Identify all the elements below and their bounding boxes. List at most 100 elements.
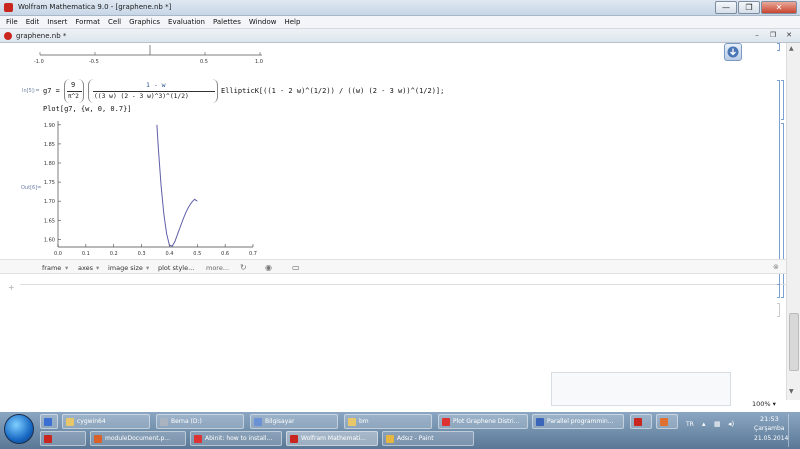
taskbar-parallel-programming[interactable]: Parallel programmin...	[532, 414, 624, 429]
plot-style-menu[interactable]: plot style...	[158, 264, 194, 272]
menu-help[interactable]: Help	[284, 16, 300, 28]
document-title: graphene.nb *	[16, 32, 67, 40]
doc-minimize-button[interactable]: –	[750, 30, 764, 41]
image-size-menu[interactable]: image size	[108, 264, 143, 272]
taskbar-label: Bilgisayar	[265, 418, 295, 425]
taskbar-label: Berna (D:)	[171, 418, 202, 425]
cell-insertion-cursor[interactable]: +	[8, 283, 15, 292]
menu-window[interactable]: Window	[249, 16, 277, 28]
y-tick-label: 1.90	[44, 123, 55, 129]
y-tick-label: 1.85	[44, 142, 55, 148]
chevron-down-icon[interactable]: ▾	[146, 264, 149, 272]
menu-insert[interactable]: Insert	[47, 16, 67, 28]
document-titlebar: graphene.nb * – ❐ ✕	[0, 29, 800, 43]
menu-format[interactable]: Format	[75, 16, 100, 28]
suggestion-bar: frame ▾ axes ▾ image size ▾ plot style..…	[0, 259, 786, 274]
prev-tick-label: -0.5	[89, 59, 99, 65]
taskbar-cygwin[interactable]: cygwin64	[62, 414, 150, 429]
input-tail[interactable]: EllipticK[((1 - 2 w)^(1/2)) / ((w) (2 - …	[221, 87, 444, 95]
language-indicator[interactable]: TR	[686, 421, 694, 428]
taskbar-module-document[interactable]: moduleDocument.p...	[90, 431, 186, 446]
fraction-bar	[67, 91, 82, 92]
scroll-up-icon[interactable]: ▲	[789, 45, 794, 52]
doc-close-button[interactable]: ✕	[782, 30, 796, 41]
doc-restore-button[interactable]: ❐	[766, 30, 780, 41]
clock-date: 21.05.2014	[754, 435, 789, 442]
taskbar-wolfram[interactable]: Wolfram Mathemati...	[286, 431, 378, 446]
folder-icon	[66, 418, 74, 426]
network-icon[interactable]: ▦	[714, 420, 721, 428]
taskbar-label: moduleDocument.p...	[105, 435, 171, 442]
taskbar-abinit[interactable]: Abinit: how to install...	[190, 431, 282, 446]
chevron-down-icon[interactable]: ▾	[65, 264, 68, 272]
cell-bracket[interactable]	[781, 80, 784, 120]
x-tick-label: 0.4	[165, 251, 173, 257]
taskbar-quicklaunch[interactable]	[40, 414, 58, 429]
close-icon[interactable]: ⊗	[773, 263, 779, 271]
fraction-denominator[interactable]: π^2	[68, 93, 79, 100]
menu-palettes[interactable]: Palettes	[213, 16, 241, 28]
more-menu[interactable]: more...	[206, 264, 229, 272]
volume-icon[interactable]: ◂)	[728, 420, 734, 428]
comment-icon[interactable]: ▭	[292, 263, 300, 272]
frame-menu[interactable]: frame	[42, 264, 61, 272]
app-icon	[660, 418, 668, 426]
taskbar-pdf[interactable]	[630, 414, 652, 429]
taskbar-paint[interactable]: Adsız - Paint	[382, 431, 474, 446]
show-hidden-icon[interactable]: ▴	[702, 420, 706, 428]
insertion-line	[20, 284, 790, 285]
previous-plot-axis	[39, 45, 262, 56]
windows-start-icon[interactable]	[4, 414, 34, 444]
menu-graphics[interactable]: Graphics	[129, 16, 160, 28]
menu-cell[interactable]: Cell	[108, 16, 121, 28]
folder-icon	[348, 418, 356, 426]
fraction-denominator[interactable]: ((3 w) (2 - 3 w)^3)^(1/2)	[94, 93, 189, 100]
cell-bracket[interactable]	[777, 43, 780, 51]
y-tick-label: 1.70	[44, 199, 55, 205]
y-tick-label: 1.75	[44, 180, 55, 186]
y-tick-label: 1.80	[44, 161, 55, 167]
taskbar-plot-graphene[interactable]: Plot Graphene Distri...	[438, 414, 528, 429]
scroll-down-icon[interactable]: ▼	[789, 388, 794, 395]
chevron-down-icon[interactable]: ▾	[96, 264, 99, 272]
window-title: Wolfram Mathematica 9.0 - [graphene.nb *…	[18, 3, 172, 11]
menu-file[interactable]: File	[6, 16, 18, 28]
fraction-numerator[interactable]: 9	[71, 81, 75, 89]
taskbar-bm[interactable]: bm	[344, 414, 432, 429]
notebook-area[interactable]: -1.0 -0.5 0.5 1.0 In[5]:= g7 = 9 π^2 1 -…	[0, 43, 790, 400]
zoom-value: 100%	[752, 400, 771, 408]
mathematica-icon	[290, 435, 298, 443]
taskbar-bilgisayar[interactable]: Bilgisayar	[250, 414, 338, 429]
computer-icon	[254, 418, 262, 426]
pdf-icon	[94, 435, 102, 443]
download-arrow-icon[interactable]	[724, 43, 742, 61]
menu-edit[interactable]: Edit	[26, 16, 40, 28]
x-tick-label: 0.7	[249, 251, 257, 257]
taskbar-app[interactable]	[656, 414, 678, 429]
fraction-numerator[interactable]: 1 - w	[146, 81, 166, 89]
taskbar-quicklaunch-2[interactable]	[40, 431, 86, 446]
clock-day: Çarşamba	[754, 425, 785, 432]
minimize-button[interactable]: —	[715, 1, 737, 14]
maximize-button[interactable]: ❐	[738, 1, 760, 14]
clock-time[interactable]: 21:53	[760, 415, 779, 423]
close-button[interactable]: ✕	[761, 1, 797, 14]
plot-command[interactable]: Plot[g7, {w, 0, 0.7}]	[43, 105, 132, 113]
zoom-level[interactable]: 100% ▾	[752, 400, 786, 412]
scrollbar-thumb[interactable]	[789, 313, 799, 371]
vertical-scrollbar[interactable]: ▲ ▼	[786, 43, 800, 400]
input-lhs[interactable]: g7 =	[43, 87, 60, 95]
fraction-bar	[93, 91, 215, 92]
record-icon[interactable]: ◉	[265, 263, 272, 272]
show-desktop-button[interactable]	[788, 414, 799, 447]
cell-bracket[interactable]	[777, 284, 780, 298]
plot-graphic[interactable]: 0.0 0.1 0.2 0.3 0.4 0.5 0.6 0.7 1.60 1.65 1.70 1.75…	[0, 119, 270, 259]
system-tray: TR ▴ ▦ ◂) 21:53 Çarşamba 21.05.2014	[680, 414, 800, 447]
taskbar-berna-drive[interactable]: Berna (D:)	[156, 414, 244, 429]
refresh-icon[interactable]: ↻	[240, 263, 247, 272]
axes-menu[interactable]: axes	[78, 264, 93, 272]
cell-bracket[interactable]	[777, 303, 780, 317]
taskbar-label: Abinit: how to install...	[205, 435, 273, 442]
window-titlebar: Wolfram Mathematica 9.0 - [graphene.nb *…	[0, 0, 800, 16]
menu-evaluation[interactable]: Evaluation	[168, 16, 205, 28]
